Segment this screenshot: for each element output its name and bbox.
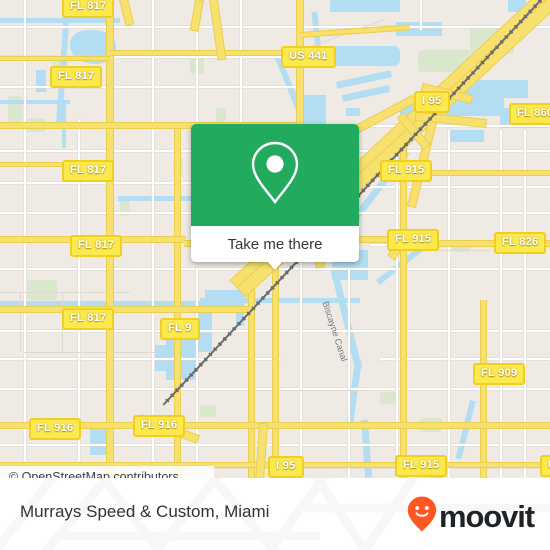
map-shield-us[interactable]: US bbox=[540, 455, 550, 477]
map-water-body bbox=[36, 70, 46, 92]
moovit-wordmark: moovit bbox=[438, 498, 535, 534]
map-shield-fl817[interactable]: FL 817 bbox=[62, 160, 115, 182]
map-waterway bbox=[0, 100, 70, 104]
map-highway bbox=[480, 300, 487, 478]
map-shield-fl909[interactable]: FL 909 bbox=[473, 363, 526, 385]
map-shield-fl817[interactable]: FL 817 bbox=[50, 66, 103, 88]
map-highway bbox=[272, 258, 279, 478]
moovit-logo[interactable]: moovit bbox=[407, 496, 535, 537]
map-green-area bbox=[216, 108, 226, 122]
map-green-area bbox=[27, 280, 57, 300]
map-street bbox=[360, 186, 550, 188]
map-highway bbox=[110, 50, 300, 56]
poi-card-pointer bbox=[267, 261, 283, 270]
poi-card-header bbox=[191, 124, 359, 226]
map-water-body bbox=[346, 108, 360, 116]
map-waterway bbox=[0, 18, 120, 23]
page-title: Murrays Speed & Custom, Miami bbox=[20, 502, 270, 521]
map-street bbox=[0, 358, 280, 360]
map-highway-fl916 bbox=[0, 422, 550, 429]
map-shield-fl915[interactable]: FL 915 bbox=[387, 229, 440, 251]
map-shield-fl916[interactable]: FL 916 bbox=[29, 418, 82, 440]
map-pin-icon bbox=[248, 140, 302, 211]
map-green-area bbox=[200, 405, 216, 417]
map-shield-fl817[interactable]: FL 817 bbox=[62, 0, 115, 18]
map-street bbox=[0, 182, 200, 184]
map-street bbox=[0, 86, 300, 88]
map-water-body bbox=[330, 0, 400, 12]
map-shield-fl826[interactable]: FL 826 bbox=[494, 232, 547, 254]
map-street-secondary bbox=[250, 390, 370, 391]
map-highway bbox=[0, 56, 110, 61]
moovit-smiley-pin-icon bbox=[407, 496, 437, 537]
map-shield-fl817[interactable]: FL 817 bbox=[70, 235, 123, 257]
map-street bbox=[348, 268, 350, 478]
map-shield-fl916[interactable]: FL 916 bbox=[133, 415, 186, 437]
poi-popup-card[interactable]: Take me there bbox=[191, 124, 359, 270]
map-street bbox=[420, 0, 422, 30]
poi-take-me-there-button[interactable]: Take me there bbox=[191, 226, 359, 262]
map-street bbox=[0, 26, 550, 28]
osm-attribution[interactable]: © OpenStreetMap contributors bbox=[0, 466, 214, 478]
map-shield-fl915[interactable]: FL 915 bbox=[395, 455, 448, 477]
map-canvas[interactable]: Biscayne Canal FL 817 US 441 I 95 FL 860… bbox=[0, 0, 550, 478]
map-water-body bbox=[330, 46, 400, 66]
map-street bbox=[240, 0, 242, 125]
map-shield-i95[interactable]: I 95 bbox=[414, 91, 450, 113]
footer-bar: Murrays Speed & Custom, Miami moovit bbox=[0, 478, 550, 550]
map-highway bbox=[248, 262, 255, 478]
map-street bbox=[196, 268, 198, 478]
map-street-secondary bbox=[20, 292, 21, 352]
map-shield-us441[interactable]: US 441 bbox=[281, 46, 336, 68]
map-shield-i95[interactable]: I 95 bbox=[268, 456, 304, 478]
map-shield-fl817[interactable]: FL 817 bbox=[62, 308, 115, 330]
map-water-body bbox=[468, 80, 528, 98]
map-shield-fl9[interactable]: FL 9 bbox=[160, 318, 200, 340]
map-street-secondary bbox=[24, 352, 154, 353]
map-shield-fl915[interactable]: FL 915 bbox=[380, 160, 433, 182]
map-street bbox=[0, 150, 200, 152]
map-water-body bbox=[450, 130, 484, 142]
map-street-secondary bbox=[430, 250, 490, 251]
map-shield-fl860[interactable]: FL 860 bbox=[509, 103, 550, 125]
map-highway bbox=[0, 306, 250, 313]
